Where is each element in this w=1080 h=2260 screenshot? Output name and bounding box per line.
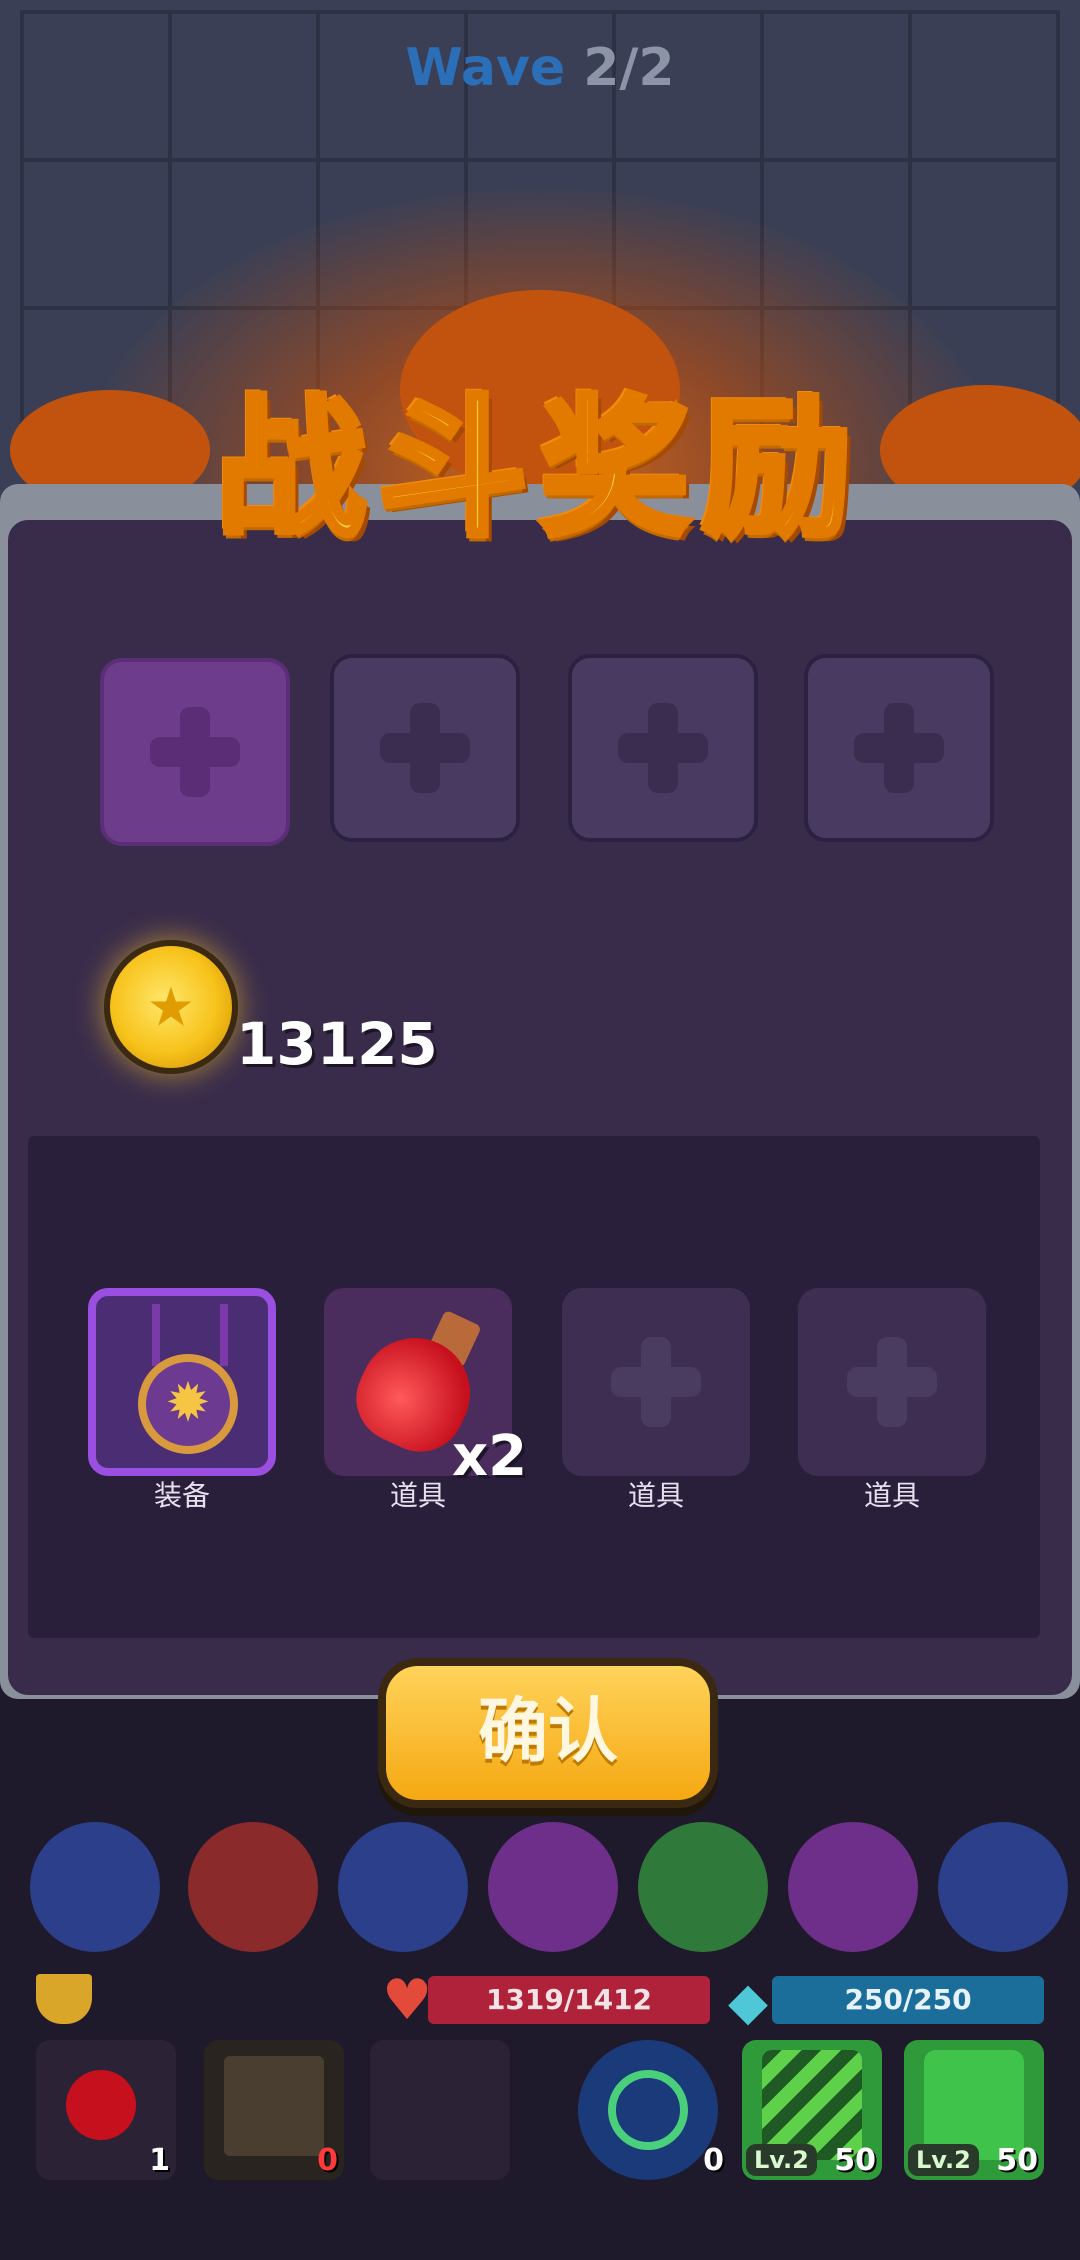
medal-icon: [138, 1354, 238, 1454]
reward-slot-4[interactable]: [804, 654, 994, 842]
target-crosshair-icon: [608, 2070, 688, 2150]
item-label: 道具: [863, 1479, 920, 1512]
gold-coin-icon: ★: [104, 940, 238, 1074]
item-label: 装备: [153, 1479, 210, 1512]
blue-chameleon-hero[interactable]: [338, 1822, 468, 1952]
wave-count: 2/2: [583, 38, 675, 98]
plus-icon: [847, 1337, 937, 1427]
skill-slot-scroll[interactable]: 0: [204, 2040, 344, 2180]
skill-count: 50: [834, 2143, 876, 2178]
plus-icon: [854, 703, 944, 793]
skill-slot-empty[interactable]: [370, 2040, 510, 2180]
purple-cat-hero[interactable]: [488, 1822, 618, 1952]
confirm-button[interactable]: 确认: [378, 1658, 718, 1808]
skill-count: 1: [149, 2143, 170, 2178]
skill-slot-target[interactable]: 0: [578, 2040, 724, 2180]
skill-level: Lv.2: [746, 2144, 817, 2176]
wave-label: Wave: [405, 38, 566, 98]
heart-icon: ♥: [382, 1968, 433, 2033]
red-potion-icon: [54, 2058, 148, 2152]
skill-count: 0: [317, 2143, 338, 2178]
hp-bar: 1319/1412: [428, 1976, 710, 2024]
skill-count: 50: [996, 2143, 1038, 2178]
item-slot-empty[interactable]: [798, 1288, 986, 1476]
plus-icon: [618, 703, 708, 793]
wave-indicator: Wave 2/2: [0, 38, 1080, 98]
reward-title: 战斗奖励: [213, 380, 864, 560]
red-hair-hero[interactable]: [188, 1822, 318, 1952]
item-slot-empty[interactable]: [562, 1288, 750, 1476]
scroll-map-icon: [224, 2056, 324, 2156]
item-slot-equipment[interactable]: [88, 1288, 276, 1476]
blue-chameleon-hero[interactable]: [938, 1822, 1068, 1952]
skill-slot-armor[interactable]: Lv.2 50: [904, 2040, 1044, 2180]
item-label: 道具: [389, 1479, 446, 1512]
coin-amount: 13125: [236, 1010, 438, 1078]
mana-gem-icon: ◆: [728, 1972, 768, 2032]
reward-slot-1[interactable]: [100, 658, 290, 846]
plus-icon: [150, 707, 240, 797]
item-label: 道具: [627, 1479, 684, 1512]
purple-cat-hero[interactable]: [788, 1822, 918, 1952]
mana-bar: 250/250: [772, 1976, 1044, 2024]
skill-slot-potion[interactable]: 1: [36, 2040, 176, 2180]
shield-icon: [36, 1974, 92, 2024]
reward-slot-2[interactable]: [330, 654, 520, 842]
skill-slot-slash[interactable]: Lv.2 50: [742, 2040, 882, 2180]
reward-slot-3[interactable]: [568, 654, 758, 842]
status-hud: ♥ 1319/1412 ◆ 250/250: [28, 1968, 1052, 2033]
green-knight-hero[interactable]: [638, 1822, 768, 1952]
plus-icon: [611, 1337, 701, 1427]
skill-level: Lv.2: [908, 2144, 979, 2176]
skill-count: 0: [703, 2143, 724, 2178]
plus-icon: [380, 703, 470, 793]
blue-chameleon-hero[interactable]: [30, 1822, 160, 1952]
